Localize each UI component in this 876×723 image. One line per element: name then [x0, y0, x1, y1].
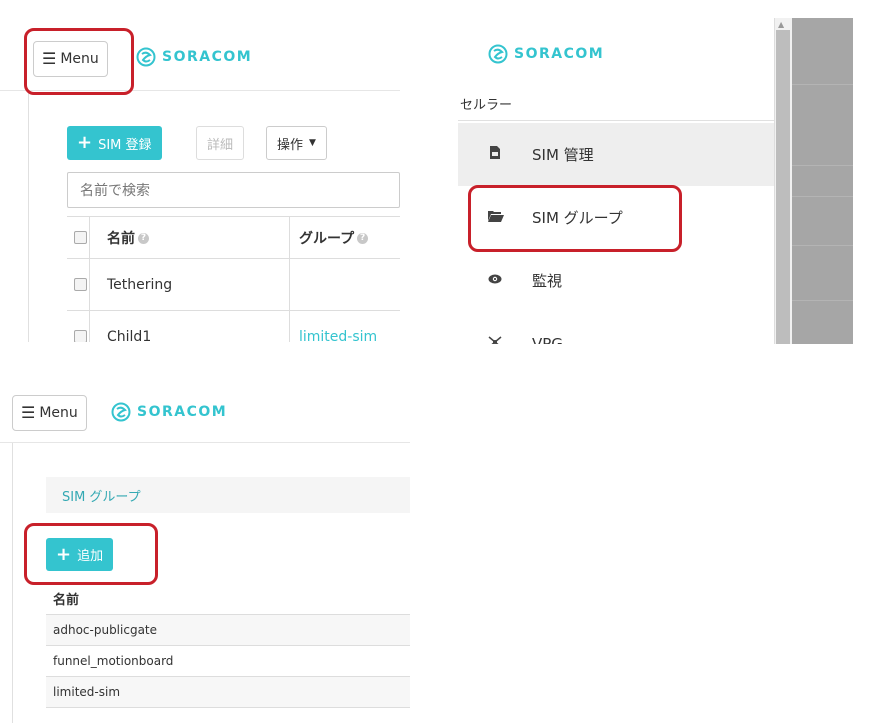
actions-dropdown[interactable]: 操作 ▼	[266, 126, 327, 160]
plus-icon: +	[77, 132, 93, 153]
eye-icon	[488, 273, 502, 288]
hamburger-icon: ☰	[42, 49, 57, 68]
search-input[interactable]: 名前で検索	[67, 172, 400, 208]
breadcrumb-item[interactable]: SIM グループ	[62, 486, 141, 505]
soracom-logo-icon	[136, 47, 156, 67]
column-header-name[interactable]: 名前	[53, 589, 79, 608]
menu-label: Menu	[60, 51, 99, 67]
column-header-name[interactable]: 名前?	[107, 228, 149, 248]
table-row[interactable]: funnel_motionboard	[46, 646, 410, 677]
brand-name: SORACOM	[162, 49, 253, 65]
details-label: 詳細	[207, 137, 234, 153]
nav-label: 監視	[532, 272, 563, 290]
soracom-logo-icon	[488, 44, 508, 64]
nav-label: SIM グループ	[532, 209, 623, 227]
nav-label: VPG	[532, 334, 563, 345]
select-all-checkbox[interactable]	[74, 231, 87, 244]
group-name[interactable]: limited-sim	[53, 685, 120, 699]
sim-list-panel: ☰ Menu SORACOM + SIM 登録 詳細 操作 ▼ 名前で検索 名前…	[0, 0, 400, 342]
group-name[interactable]: funnel_motionboard	[53, 654, 173, 668]
help-icon[interactable]: ?	[357, 233, 369, 244]
sim-group-link[interactable]: limited-sim	[299, 329, 377, 343]
table-row[interactable]: limited-sim	[46, 677, 410, 708]
side-menu: SORACOM セルラー SIM 管理 SIM グループ 監視 VPG	[458, 18, 774, 344]
content-border	[12, 443, 13, 723]
add-group-label: 追加	[77, 549, 104, 564]
overlay-divider	[792, 300, 853, 301]
brand-logo[interactable]: SORACOM	[488, 44, 604, 64]
plus-icon: +	[56, 543, 72, 565]
side-menu-panel: SORACOM セルラー SIM 管理 SIM グループ 監視 VPG ▲	[458, 18, 853, 344]
brand-name: SORACOM	[137, 404, 228, 420]
overlay-divider	[792, 196, 853, 197]
menu-label: Menu	[39, 405, 78, 421]
sim-group-panel: ☰ Menu SORACOM SIM グループ + 追加 名前 adhoc-pu…	[0, 380, 410, 723]
register-sim-button[interactable]: + SIM 登録	[67, 126, 162, 160]
register-sim-label: SIM 登録	[98, 137, 152, 153]
section-divider	[458, 120, 774, 121]
sim-card-icon	[488, 146, 502, 163]
sim-name: Child1	[107, 328, 152, 343]
scroll-up-icon[interactable]: ▲	[778, 20, 784, 29]
soracom-logo-icon	[111, 402, 131, 422]
hamburger-icon: ☰	[21, 403, 36, 422]
breadcrumb: SIM グループ	[46, 477, 410, 513]
header-divider	[0, 90, 400, 91]
details-button[interactable]: 詳細	[196, 126, 245, 160]
brand-logo[interactable]: SORACOM	[111, 402, 227, 422]
menu-button[interactable]: ☰ Menu	[33, 41, 108, 77]
sim-table: 名前? グループ? Tethering Child1 limited-sim	[67, 216, 400, 342]
dimmed-overlay	[792, 18, 853, 344]
brand-logo[interactable]: SORACOM	[136, 47, 252, 67]
table-header: 名前	[46, 583, 410, 615]
table-row[interactable]	[46, 708, 410, 723]
help-icon[interactable]: ?	[138, 233, 149, 244]
table-row[interactable]: adhoc-publicgate	[46, 615, 410, 646]
menu-button[interactable]: ☰ Menu	[12, 395, 87, 431]
nav-label: SIM 管理	[532, 146, 594, 164]
search-placeholder: 名前で検索	[80, 183, 150, 199]
vpg-network-icon	[488, 335, 502, 344]
group-name[interactable]: adhoc-publicgate	[53, 623, 157, 637]
caret-down-icon: ▼	[309, 138, 316, 148]
table-row[interactable]: Child1 limited-sim	[67, 311, 400, 342]
header-divider	[0, 442, 410, 443]
nav-item-sim-management[interactable]: SIM 管理	[458, 123, 774, 186]
scrollbar-thumb[interactable]	[776, 30, 790, 344]
table-header: 名前? グループ?	[67, 217, 400, 259]
table-row[interactable]: Tethering	[67, 259, 400, 311]
folder-open-icon	[488, 210, 504, 226]
nav-item-vpg[interactable]: VPG	[458, 312, 774, 344]
section-label-cellular: セルラー	[460, 98, 513, 113]
overlay-divider	[792, 245, 853, 246]
content-border	[28, 91, 29, 342]
nav-item-monitoring[interactable]: 監視	[458, 249, 774, 312]
brand-name: SORACOM	[514, 46, 605, 62]
column-header-label: グループ	[299, 230, 355, 247]
overlay-divider	[792, 165, 853, 166]
add-group-button[interactable]: + 追加	[46, 538, 114, 571]
nav-item-sim-group[interactable]: SIM グループ	[458, 186, 774, 249]
row-checkbox[interactable]	[74, 278, 87, 291]
overlay-divider	[792, 84, 853, 85]
column-header-label: 名前	[107, 230, 135, 247]
actions-label: 操作	[277, 137, 304, 153]
sim-name: Tethering	[107, 276, 173, 293]
column-header-group[interactable]: グループ?	[299, 228, 369, 248]
row-checkbox[interactable]	[74, 330, 87, 342]
